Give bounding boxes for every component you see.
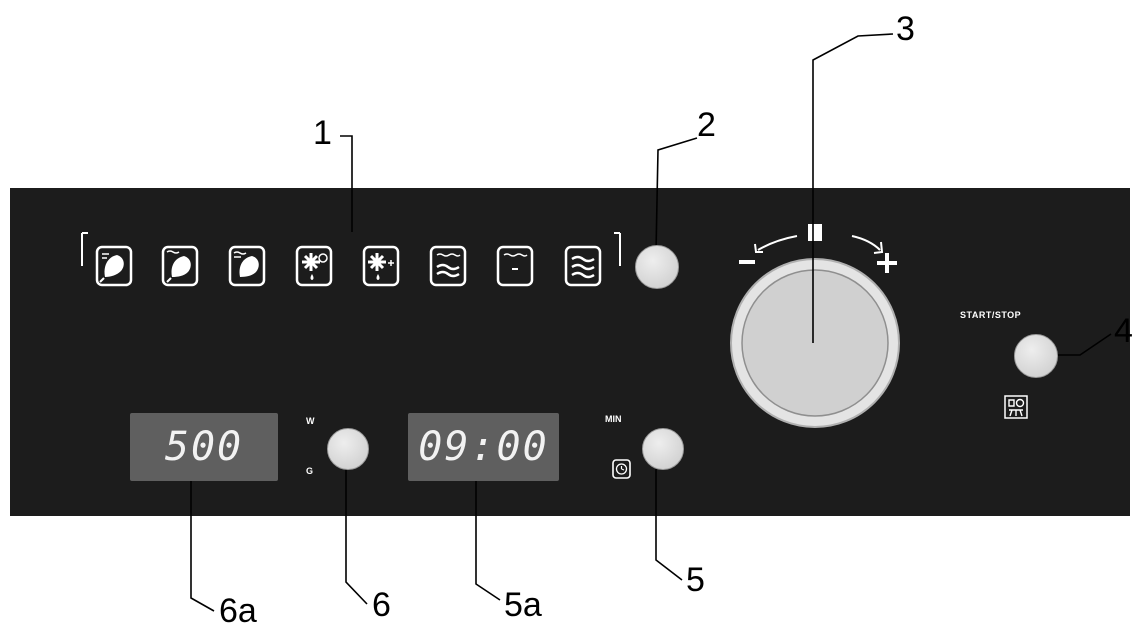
time-knob[interactable] [642,428,684,470]
time-display: 09:00 [408,413,559,481]
callout-6: 6 [372,586,391,624]
time-unit-label: MIN [605,414,622,424]
callout-5a: 5a [504,586,542,624]
time-display-value: 09:00 [418,424,549,470]
callout-2: 2 [697,106,716,144]
power-display: 500 [130,413,278,481]
weight-unit-label: G [306,466,314,476]
control-panel-diagram: 500 09:00 START/STOP W G MIN 1 2 3 4 5 6… [0,0,1136,630]
power-weight-knob[interactable] [327,428,369,470]
callout-1: 1 [313,114,332,152]
callout-6a: 6a [219,592,257,630]
dial-position-marker [808,224,822,241]
start-stop-label: START/STOP [960,310,1022,320]
main-dial[interactable] [730,258,900,428]
power-unit-label: W [306,416,315,426]
callout-4: 4 [1114,312,1133,350]
power-display-value: 500 [164,424,244,470]
callout-5: 5 [686,561,705,599]
callout-3: 3 [896,10,915,48]
program-select-knob[interactable] [635,245,679,289]
start-stop-button[interactable] [1014,334,1058,378]
